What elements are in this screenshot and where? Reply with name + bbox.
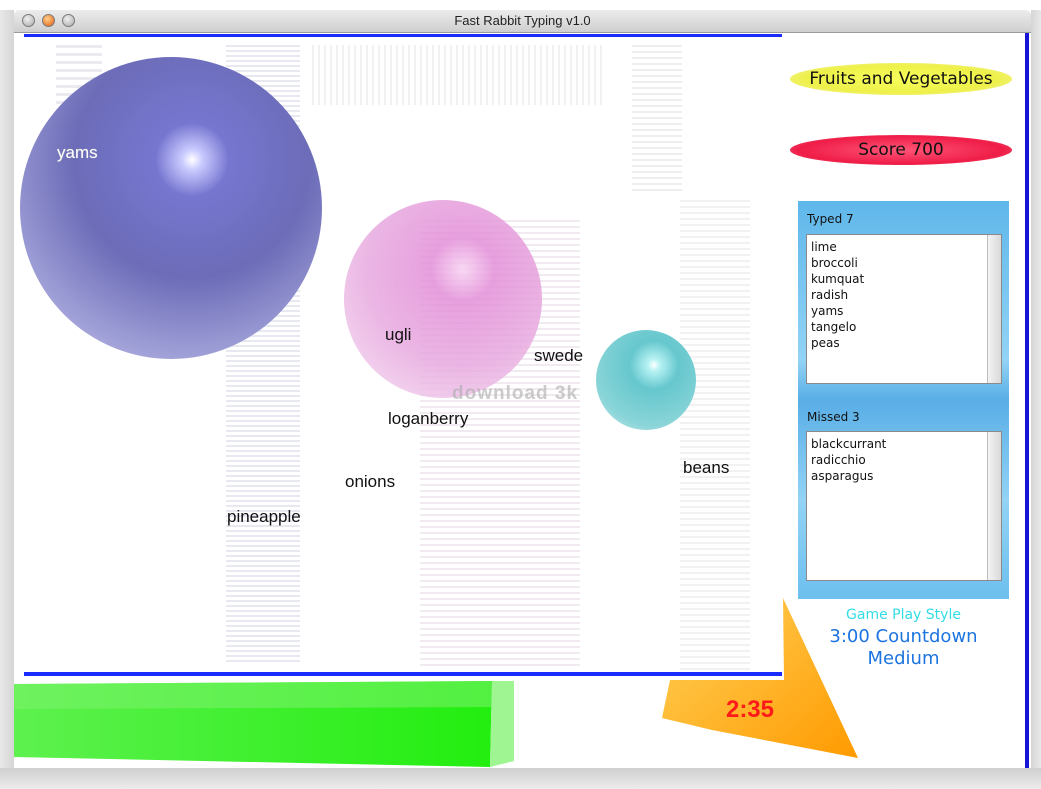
typed-list-scrollbar[interactable] (987, 235, 1001, 383)
window-shadow-left (0, 10, 14, 789)
motion-trail (312, 45, 602, 105)
title-bar[interactable]: Fast Rabbit Typing v1.0 (14, 10, 1031, 33)
list-item: blackcurrant (811, 437, 887, 451)
watermark-logo: download 3k (452, 383, 579, 404)
list-item: yams (811, 304, 844, 318)
blue-bubble (20, 57, 322, 359)
missed-list[interactable]: blackcurrant radicchio asparagus (806, 431, 1002, 581)
window-title: Fast Rabbit Typing v1.0 (454, 13, 591, 28)
countdown-timer: 2:35 (725, 696, 775, 723)
timer-wedge-shape (662, 598, 858, 758)
list-item: kumquat (811, 272, 865, 286)
list-item: radish (811, 288, 849, 302)
word-lists-panel: Typed 7 lime broccoli kumquat radish yam… (798, 201, 1009, 599)
list-item: lime (811, 240, 837, 254)
falling-word: ugli (385, 325, 412, 344)
category-label: Fruits and Vegetables (790, 63, 1012, 95)
list-item: radicchio (811, 453, 866, 467)
list-item: tangelo (811, 320, 857, 334)
pink-bubble (344, 200, 542, 398)
list-item: peas (811, 336, 840, 350)
missed-list-scrollbar[interactable] (987, 432, 1001, 580)
list-item: asparagus (811, 469, 874, 483)
window-shadow-right (1031, 10, 1041, 789)
falling-word: swede (534, 346, 584, 365)
time-remaining-bar (14, 681, 514, 767)
falling-word: beans (683, 458, 730, 477)
typed-list[interactable]: lime broccoli kumquat radish yams tangel… (806, 234, 1002, 384)
score-label: Score 700 (790, 135, 1012, 165)
falling-word: loganberry (388, 409, 469, 428)
falling-word: onions (345, 472, 396, 491)
falling-word: pineapple (227, 507, 301, 526)
cyan-bubble (596, 330, 696, 430)
missed-title: Missed 3 (807, 410, 860, 424)
typed-title: Typed 7 (807, 212, 854, 226)
play-area-top-border (24, 34, 782, 37)
window-shadow-bottom (0, 768, 1041, 789)
list-item: broccoli (811, 256, 858, 270)
motion-trail (632, 45, 682, 195)
right-border (1025, 33, 1029, 768)
falling-word: yams (57, 143, 98, 162)
